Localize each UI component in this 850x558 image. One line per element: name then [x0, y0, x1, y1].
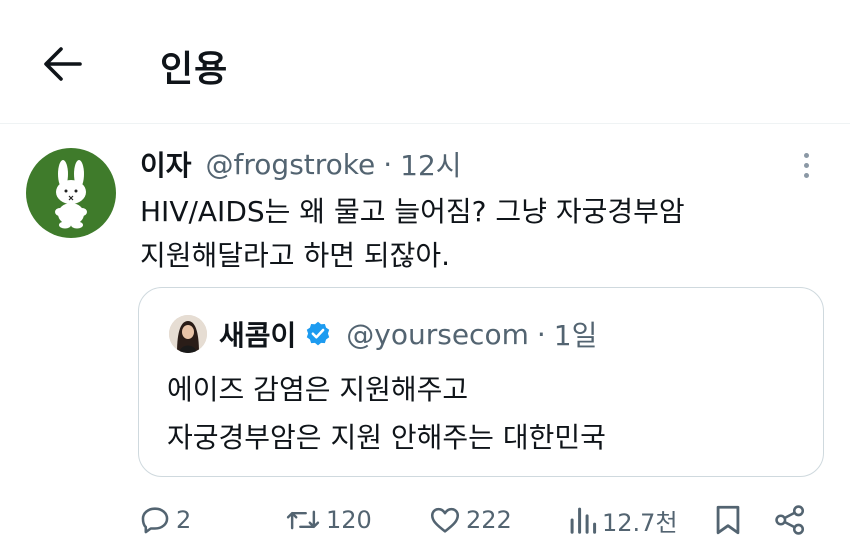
arrow-left-icon: [44, 47, 82, 81]
quote-time[interactable]: 1일: [554, 314, 598, 354]
views-icon: [570, 507, 597, 534]
reply-button[interactable]: 2: [138, 496, 191, 544]
like-count: 222: [466, 506, 512, 534]
action-bar: 2 120 222 12.7천: [0, 496, 850, 544]
bunny-avatar-icon: [55, 160, 87, 229]
author-name[interactable]: 이자: [140, 144, 192, 184]
separator-dot: ·: [536, 317, 546, 351]
reply-count: 2: [176, 506, 192, 534]
quote-text-line: 자궁경부암은 지원 안해주는 대한민국: [167, 421, 606, 454]
top-bar: 인용: [0, 0, 850, 124]
quote-author-name[interactable]: 새콤이: [219, 314, 296, 354]
like-icon: [430, 507, 460, 533]
quoted-tweet-card[interactable]: 새콤이 @yoursecom · 1일 에이즈 감염은 지원해주고 자궁경부암은…: [138, 287, 824, 477]
quote-avatar: [169, 315, 207, 353]
views-button[interactable]: 12.7천: [568, 496, 678, 544]
more-dot: [803, 162, 809, 168]
post-text: HIV/AIDS는 왜 물고 늘어짐? 그냥 자궁경부암 지원해달라고 하면 되…: [140, 190, 820, 278]
more-dot: [803, 172, 809, 178]
post-text-line: 지원해달라고 하면 되잖아.: [140, 239, 451, 272]
avatar[interactable]: [26, 148, 116, 238]
retweet-count: 120: [326, 506, 372, 534]
quote-header: 새콤이 @yoursecom · 1일: [219, 314, 597, 354]
person-avatar-icon: [169, 315, 207, 353]
post-time[interactable]: 12시: [400, 144, 461, 184]
more-dot: [803, 152, 809, 158]
quote-author-handle[interactable]: @yoursecom: [346, 318, 529, 351]
more-options-button[interactable]: [792, 150, 820, 180]
retweet-icon: [286, 510, 320, 530]
page-title: 인용: [160, 49, 229, 90]
quote-text-line: 에이즈 감염은 지원해주고: [167, 373, 469, 406]
retweet-button[interactable]: 120: [284, 496, 372, 544]
separator-dot: ·: [383, 147, 393, 181]
bookmark-button[interactable]: [712, 496, 744, 544]
post-header: 이자 @frogstroke · 12시: [140, 144, 462, 184]
author-handle[interactable]: @frogstroke: [206, 148, 376, 181]
verified-badge-icon: [304, 320, 332, 348]
bookmark-icon: [716, 505, 740, 535]
like-button[interactable]: 222: [428, 496, 512, 544]
views-count: 12.7천: [602, 508, 678, 537]
share-icon: [775, 505, 805, 535]
reply-icon: [141, 507, 169, 534]
quote-text: 에이즈 감염은 지원해주고 자궁경부암은 지원 안해주는 대한민국: [167, 366, 807, 462]
post-text-line: HIV/AIDS는 왜 물고 늘어짐? 그냥 자궁경부암: [140, 195, 685, 228]
back-button[interactable]: [40, 44, 84, 84]
share-button[interactable]: [772, 496, 808, 544]
